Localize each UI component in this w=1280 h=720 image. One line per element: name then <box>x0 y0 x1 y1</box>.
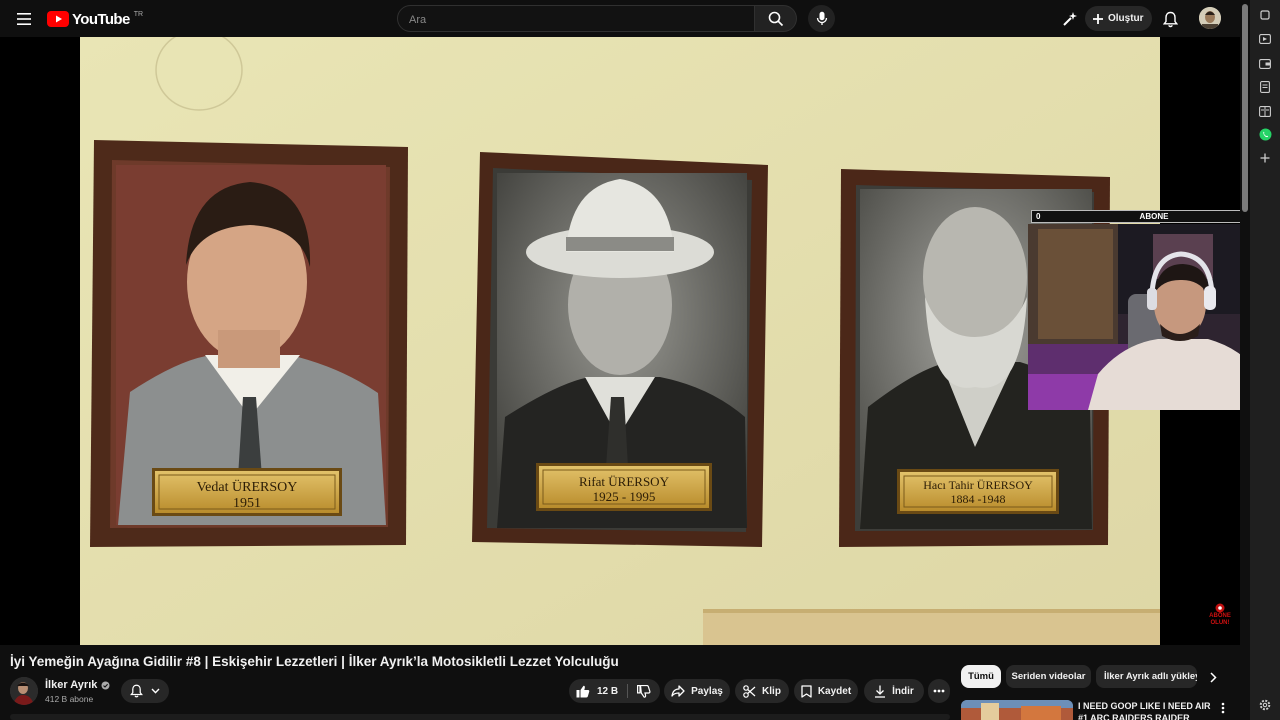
download-icon <box>875 685 886 698</box>
chevron-down-icon <box>151 688 160 694</box>
top-bar: YouTube TR Oluştur <box>0 0 1240 37</box>
browser-side-panel <box>1250 0 1280 720</box>
share-icon <box>671 685 685 697</box>
plaque-2-name: Rifat ÜRERSOY <box>579 474 670 489</box>
thumbs-down-icon <box>637 684 651 698</box>
channel-avatar[interactable] <box>10 677 38 705</box>
scissors-icon <box>743 684 756 698</box>
side-panel-media-icon[interactable] <box>1258 32 1272 46</box>
chip-series-videos[interactable]: Seriden videolar <box>1006 665 1091 688</box>
download-label: İndir <box>892 685 914 697</box>
more-actions-button[interactable] <box>928 679 950 703</box>
side-panel-reading-list-icon[interactable] <box>1258 104 1272 118</box>
subscription-notifications-button[interactable] <box>121 679 169 703</box>
recommended-video-thumbnail[interactable] <box>961 700 1073 720</box>
subscriber-count: 412 B abone <box>45 694 94 704</box>
youtube-logo[interactable]: YouTube TR <box>47 9 143 29</box>
save-button[interactable]: Kaydet <box>794 679 858 703</box>
search-icon <box>768 11 783 26</box>
more-horizontal-icon <box>933 689 945 693</box>
chips-next-button[interactable] <box>1204 668 1222 686</box>
plaque-3-name: Hacı Tahir ÜRERSOY <box>923 478 1033 492</box>
whatsapp-icon[interactable] <box>1258 127 1272 141</box>
side-panel-document-icon[interactable] <box>1258 80 1272 94</box>
user-avatar[interactable] <box>1199 7 1221 29</box>
verified-check-icon <box>101 681 110 689</box>
side-panel-settings-icon[interactable] <box>1258 698 1272 712</box>
plaque-3-years: 1884 -1948 <box>951 492 1006 506</box>
subscribe-watermark[interactable]: ABONE OLUN! <box>1206 603 1234 627</box>
hamburger-menu-icon[interactable] <box>12 7 36 31</box>
notifications-button[interactable] <box>1159 8 1181 30</box>
create-label: Oluştur <box>1108 13 1144 24</box>
plaque-1-name: Vedat ÜRERSOY <box>197 478 298 495</box>
webcam-overlay <box>1028 224 1268 410</box>
like-count: 12 B <box>597 685 619 697</box>
channel-name-text: İlker Ayrık <box>45 679 98 691</box>
ai-sparkle-button[interactable] <box>1059 8 1081 30</box>
bookmark-icon <box>801 684 812 698</box>
plaque-1-years: 1951 <box>233 496 261 511</box>
voice-search-button[interactable] <box>808 5 835 32</box>
bell-icon <box>130 684 143 698</box>
logo-text: YouTube <box>72 10 130 28</box>
chip-uploader[interactable]: İlker Ayrık adlı yükleyici <box>1096 665 1197 688</box>
video-title: İyi Yemeğin Ayağına Gidilir #8 | Eskişeh… <box>10 654 619 669</box>
watermark-line-2: OLUN! <box>1210 620 1230 626</box>
like-button[interactable]: 12 B <box>569 679 626 703</box>
side-panel-add-icon[interactable] <box>1258 151 1272 165</box>
search-box <box>397 5 755 33</box>
microphone-icon <box>816 11 827 25</box>
chevron-right-icon <box>1209 671 1217 683</box>
plus-icon <box>1093 13 1103 24</box>
recommended-video-title[interactable]: I NEED GOOP LIKE I NEED AIR #1 ARC RAIDE… <box>1078 700 1213 720</box>
chip-all[interactable]: Tümü <box>961 665 1001 688</box>
sparkle-icon <box>1063 12 1077 26</box>
share-button[interactable]: Paylaş <box>664 679 730 703</box>
create-button[interactable]: Oluştur <box>1085 6 1152 31</box>
description-box-edge[interactable] <box>10 714 950 720</box>
scrollbar-thumb[interactable] <box>1242 4 1248 212</box>
logo-country-code: TR <box>133 10 144 18</box>
side-panel-top-icon[interactable] <box>1258 8 1272 22</box>
page-scrollbar[interactable] <box>1240 0 1250 720</box>
share-label: Paylaş <box>691 685 723 697</box>
search-button[interactable] <box>755 5 797 32</box>
download-button[interactable]: İndir <box>864 679 924 703</box>
bell-icon <box>1162 11 1178 27</box>
plaque-2-years: 1925 - 1995 <box>593 489 656 504</box>
more-vertical-icon <box>1221 702 1225 714</box>
dislike-button[interactable] <box>628 679 660 703</box>
clip-label: Klip <box>762 685 781 697</box>
watermark-line-1: ABONE <box>1209 613 1231 619</box>
clip-button[interactable]: Klip <box>735 679 789 703</box>
side-panel-wallet-icon[interactable] <box>1258 56 1272 70</box>
like-dislike-group: 12 B <box>569 679 660 703</box>
search-input[interactable] <box>398 6 741 33</box>
channel-name[interactable]: İlker Ayrık <box>45 679 110 691</box>
thumbs-up-icon <box>576 685 590 697</box>
save-label: Kaydet <box>817 685 852 697</box>
youtube-play-icon <box>47 11 69 27</box>
watermark-icon <box>1215 603 1225 613</box>
recommended-video-menu[interactable] <box>1216 701 1230 715</box>
